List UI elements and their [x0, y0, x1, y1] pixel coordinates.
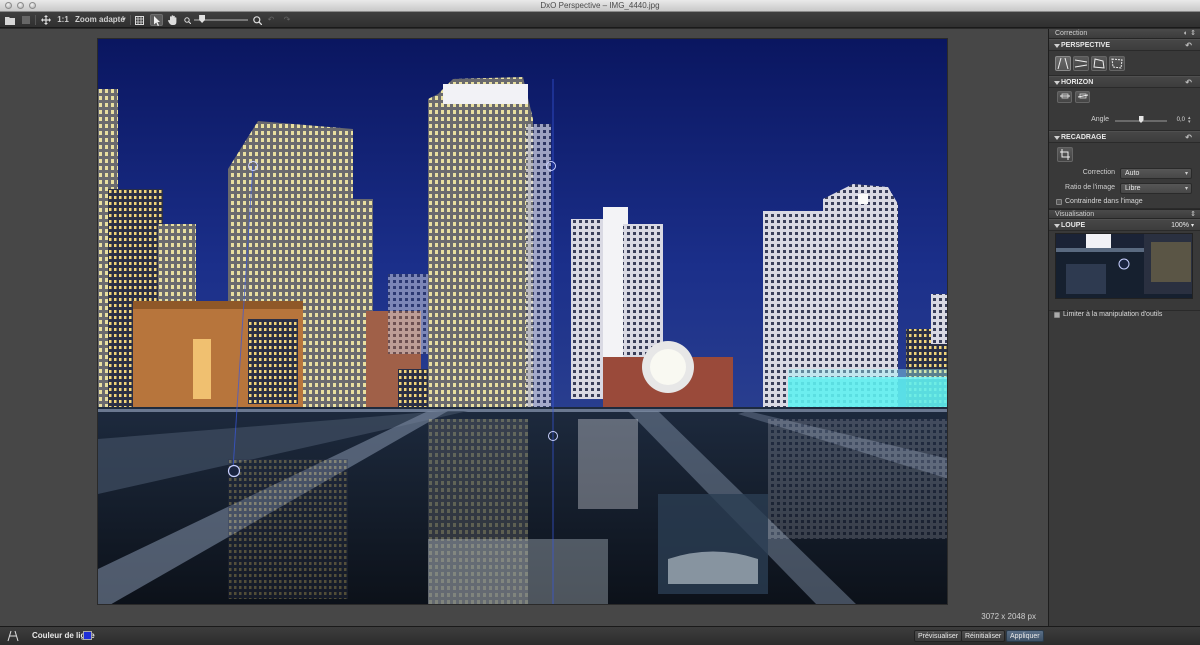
- zoom-in-button[interactable]: [252, 14, 262, 26]
- title-bar: DxO Perspective – IMG_4440.jpg: [0, 0, 1200, 12]
- move-button[interactable]: [39, 14, 52, 26]
- loupe-preview: [1055, 233, 1193, 299]
- bottom-bar: Couleur de ligne Prévisualiser Réinitial…: [0, 626, 1200, 645]
- correction-panel: Correction ◐ ⇕ PERSPECTIVE ↶ HORIZON ↶ A…: [1048, 29, 1200, 626]
- crop-icon: [1060, 149, 1070, 160]
- chevron-down-icon: ▼: [121, 17, 127, 23]
- zoom-out-icon: [183, 16, 191, 24]
- recadrage-reset-icon[interactable]: ↶: [1185, 132, 1192, 143]
- photo-preview[interactable]: [97, 38, 948, 605]
- constrain-checkbox[interactable]: [1056, 199, 1062, 205]
- limit-label: Limiter à la manipulation d'outils: [1063, 311, 1163, 318]
- ratio-label: Ratio de l'image: [1065, 184, 1115, 191]
- grid-button[interactable]: [133, 14, 146, 26]
- hand-tool-button[interactable]: [166, 14, 179, 26]
- apply-button[interactable]: Appliquer: [1006, 630, 1044, 642]
- perspective-reset-icon[interactable]: ↶: [1185, 40, 1192, 51]
- perspective-rect-icon: [1093, 58, 1105, 69]
- perspective-rect-button[interactable]: [1091, 56, 1107, 71]
- horizon-tool-button[interactable]: [1057, 91, 1072, 103]
- reset-button[interactable]: Réinitialiser: [961, 630, 1006, 642]
- toolbar: 1:1 Zoom adapté ▼ ↶ ↷: [0, 12, 1200, 28]
- recadrage-title: RECADRAGE: [1061, 134, 1107, 141]
- pointer-tool-button[interactable]: [150, 14, 163, 26]
- visualisation-pin-icon[interactable]: ⇕: [1190, 210, 1196, 219]
- loupe-image: [1056, 234, 1192, 298]
- panel-options-icon[interactable]: ◐: [1184, 29, 1188, 39]
- visualisation-title: Visualisation: [1055, 211, 1095, 218]
- move-icon: [40, 15, 51, 25]
- zoom-out-button[interactable]: [183, 14, 191, 26]
- correction-dropdown-value: Auto: [1125, 170, 1140, 177]
- folder-icon: [4, 17, 15, 25]
- ratio-dropdown-value: Libre: [1125, 185, 1141, 192]
- perspective-vertical-icon: [1057, 57, 1069, 70]
- chevron-down-icon: ▾: [1190, 223, 1194, 229]
- horizon-auto-icon: [1077, 93, 1088, 99]
- chevron-down-icon: ▾: [1184, 186, 1188, 192]
- hand-icon: [168, 14, 177, 25]
- preview-button[interactable]: Prévisualiser: [914, 630, 963, 642]
- loupe-zoom-value: 100%: [1171, 222, 1190, 229]
- line-color-swatch[interactable]: [83, 631, 92, 640]
- export-button[interactable]: [19, 14, 32, 26]
- redo-button[interactable]: ↷: [282, 14, 292, 26]
- horizon-section: Angle 0,0 ▴ ▾: [1049, 88, 1200, 131]
- loupe-section: [1049, 231, 1200, 311]
- zoom-select-label: Zoom adapté: [75, 15, 125, 24]
- zoom-in-icon: [252, 15, 262, 25]
- limit-row: Limiter à la manipulation d'outils: [1049, 311, 1200, 323]
- window-title: DxO Perspective – IMG_4440.jpg: [540, 1, 660, 10]
- loupe-section-header[interactable]: LOUPE 100% ▾: [1049, 219, 1200, 231]
- recadrage-section: Correction Auto ▾ Ratio de l'image Libre…: [1049, 143, 1200, 209]
- perspective-horizontal-button[interactable]: [1073, 56, 1089, 71]
- redo-icon: ↷: [283, 15, 291, 24]
- perspective-tool-icon: [7, 630, 19, 642]
- crop-tool-button[interactable]: [1057, 147, 1073, 162]
- perspective-tool-button[interactable]: [6, 629, 20, 643]
- open-folder-button[interactable]: [3, 14, 16, 26]
- perspective-free-button[interactable]: [1109, 56, 1125, 71]
- constrain-label: Contraindre dans l'image: [1065, 198, 1143, 205]
- angle-value[interactable]: 0,0: [1169, 116, 1185, 125]
- undo-button[interactable]: ↶: [266, 14, 276, 26]
- pointer-icon: [153, 15, 160, 26]
- undo-icon: ↶: [267, 15, 275, 24]
- perspective-vertical-button[interactable]: [1055, 56, 1071, 71]
- horizon-section-header[interactable]: HORIZON ↶: [1049, 76, 1200, 88]
- horizon-tool-icon: [1059, 93, 1070, 99]
- perspective-title: PERSPECTIVE: [1061, 42, 1111, 49]
- panel-header: Correction ◐ ⇕: [1049, 29, 1200, 39]
- ratio-1-1-button[interactable]: 1:1: [57, 14, 69, 26]
- ratio-dropdown[interactable]: Libre ▾: [1120, 183, 1192, 194]
- grid-icon: [135, 15, 144, 25]
- loupe-title: LOUPE: [1061, 222, 1086, 229]
- city-night-photo: [98, 39, 947, 604]
- toolbar-separator: [130, 15, 131, 25]
- perspective-free-icon: [1111, 58, 1123, 69]
- horizon-reset-icon[interactable]: ↶: [1185, 77, 1192, 88]
- horizon-title: HORIZON: [1061, 79, 1094, 86]
- visualisation-header[interactable]: Visualisation ⇕: [1049, 209, 1200, 219]
- horizon-auto-button[interactable]: [1075, 91, 1090, 103]
- correction-label: Correction: [1082, 169, 1115, 176]
- angle-label: Angle: [1091, 116, 1109, 123]
- perspective-section-header[interactable]: PERSPECTIVE ↶: [1049, 39, 1200, 51]
- angle-stepper[interactable]: ▴ ▾: [1188, 116, 1191, 125]
- perspective-horizontal-icon: [1074, 59, 1088, 68]
- panel-header-title: Correction: [1055, 30, 1088, 37]
- export-icon: [21, 16, 30, 24]
- limit-checkbox[interactable]: [1054, 312, 1060, 318]
- zoom-slider-thumb[interactable]: [199, 15, 206, 23]
- chevron-down-icon: ▾: [1184, 171, 1188, 177]
- image-canvas[interactable]: 3072 x 2048 px: [0, 29, 1048, 626]
- perspective-section: [1049, 51, 1200, 76]
- panel-pin-icon[interactable]: ⇕: [1190, 29, 1196, 39]
- toolbar-separator: [35, 15, 36, 25]
- recadrage-section-header[interactable]: RECADRAGE ↶: [1049, 131, 1200, 143]
- correction-dropdown[interactable]: Auto ▾: [1120, 168, 1192, 179]
- image-dimensions: 3072 x 2048 px: [981, 612, 1036, 621]
- zoom-select[interactable]: Zoom adapté ▼: [73, 14, 129, 26]
